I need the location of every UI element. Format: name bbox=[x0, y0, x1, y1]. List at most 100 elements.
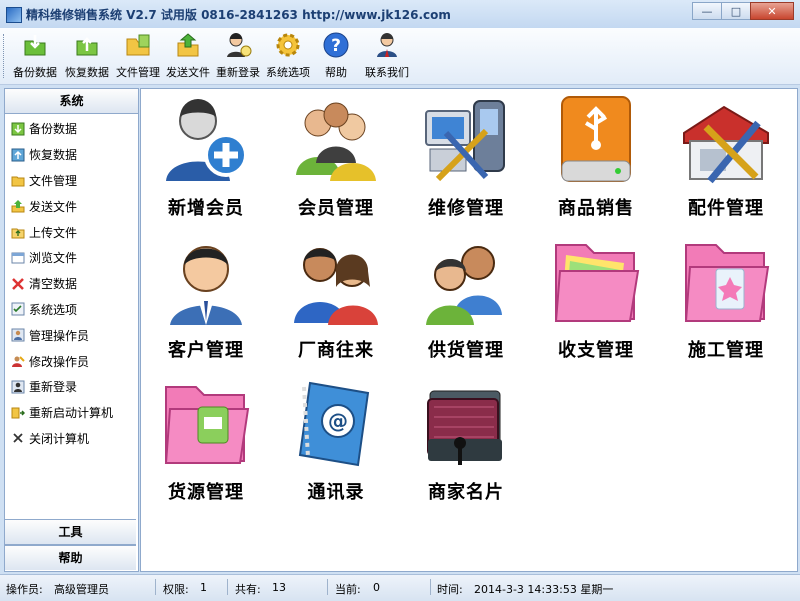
toolbar-send-file-button[interactable]: 发送文件 bbox=[163, 31, 213, 81]
supply-icon bbox=[426, 246, 502, 325]
maximize-button[interactable]: □ bbox=[721, 2, 751, 20]
toolbar-relogin-button[interactable]: 重新登录 bbox=[213, 31, 263, 81]
sidebar-item-restore[interactable]: 恢复数据 bbox=[5, 142, 138, 168]
tile-label: 新增会员 bbox=[168, 198, 244, 219]
browse-icon bbox=[11, 252, 25, 264]
status-divider bbox=[430, 579, 431, 595]
shutdown-icon bbox=[13, 433, 23, 444]
toolbar-backup-button[interactable]: 备份数据 bbox=[10, 31, 60, 81]
gear-icon bbox=[276, 33, 300, 57]
sidebar-item-label: 上传文件 bbox=[29, 225, 78, 240]
tile-label: 施工管理 bbox=[688, 340, 764, 361]
sidebar-item-label: 备份数据 bbox=[29, 122, 78, 137]
relogin-icon bbox=[227, 33, 252, 57]
toolbar-options-button[interactable]: 系统选项 bbox=[263, 31, 313, 81]
sidebar-item-relogin[interactable]: 重新登录 bbox=[5, 374, 138, 400]
sidebar-item-label: 发送文件 bbox=[29, 199, 78, 214]
sidebar-item-options[interactable]: 系统选项 bbox=[5, 297, 138, 323]
tile-customer-manage[interactable]: 客户管理 bbox=[141, 235, 271, 365]
sidebar-item-label: 清空数据 bbox=[29, 277, 78, 292]
tile-construction-manage[interactable]: 施工管理 bbox=[661, 235, 791, 365]
sidebar-item-backup[interactable]: 备份数据 bbox=[5, 116, 138, 142]
app-icon bbox=[6, 7, 22, 23]
restart-icon bbox=[11, 407, 25, 419]
tile-goods-sales[interactable]: 商品销售 bbox=[531, 93, 661, 223]
status-total: 13 bbox=[272, 581, 286, 594]
sidebar-item-restart[interactable]: 重新启动计算机 bbox=[5, 400, 138, 426]
sidebar-item-shutdown[interactable]: 关闭计算机 bbox=[5, 426, 138, 452]
sidebar-item-manage-operators[interactable]: 管理操作员 bbox=[5, 322, 138, 348]
toolbar-file-manage-button[interactable]: 文件管理 bbox=[113, 31, 163, 81]
tile-label: 厂商往来 bbox=[298, 340, 374, 361]
toolbar-restore-button[interactable]: 恢复数据 bbox=[62, 31, 112, 81]
sidebar-item-browse[interactable]: 浏览文件 bbox=[5, 245, 138, 271]
sidebar-item-file-manage[interactable]: 文件管理 bbox=[5, 168, 138, 194]
sidebar-header-tools[interactable]: 工具 bbox=[5, 519, 136, 545]
status-divider bbox=[155, 579, 156, 595]
relogin-icon bbox=[11, 380, 25, 394]
status-current: 0 bbox=[373, 581, 380, 594]
svg-text:@: @ bbox=[328, 409, 348, 433]
toolbar-contact-button[interactable]: 联系我们 bbox=[362, 31, 412, 81]
tile-business-cards[interactable]: 商家名片 bbox=[401, 377, 531, 507]
tile-add-member[interactable]: 新增会员 bbox=[141, 93, 271, 223]
status-current-label: 当前: bbox=[335, 583, 361, 596]
folder-icon bbox=[126, 34, 150, 56]
sidebar-item-label: 管理操作员 bbox=[29, 328, 90, 343]
sidebar-item-edit-operator[interactable]: 修改操作员 bbox=[5, 348, 138, 374]
upload-icon bbox=[11, 228, 25, 239]
status-divider bbox=[327, 579, 328, 595]
tile-label: 收支管理 bbox=[558, 340, 634, 361]
tile-source-manage[interactable]: 货源管理 bbox=[141, 377, 271, 507]
restore-icon bbox=[11, 148, 25, 162]
sidebar-item-label: 重新登录 bbox=[29, 380, 78, 395]
send-file-icon bbox=[11, 200, 25, 213]
source-folder-icon bbox=[164, 386, 250, 464]
sidebar-header-help[interactable]: 帮助 bbox=[5, 545, 136, 570]
status-divider bbox=[227, 579, 228, 595]
options-icon bbox=[11, 302, 25, 316]
tile-finance-manage[interactable]: 收支管理 bbox=[531, 235, 661, 365]
repair-icon bbox=[425, 100, 505, 182]
operator-icon bbox=[11, 328, 25, 342]
vendor-icon bbox=[294, 248, 378, 325]
window-title: 精科维修销售系统 V2.7 试用版 0816-2841263 http://ww… bbox=[26, 8, 451, 22]
close-button[interactable]: ✕ bbox=[750, 2, 794, 20]
construction-folder-icon bbox=[684, 244, 770, 322]
status-rights-label: 权限: bbox=[163, 583, 189, 596]
tile-address-book[interactable]: @ 通讯录 bbox=[271, 377, 401, 507]
sidebar-header-system[interactable]: 系统 bbox=[5, 89, 138, 114]
sidebar-item-label: 文件管理 bbox=[29, 173, 78, 188]
tile-repair-manage[interactable]: 维修管理 bbox=[401, 93, 531, 223]
tile-member-manage[interactable]: 会员管理 bbox=[271, 93, 401, 223]
minimize-button[interactable]: — bbox=[692, 2, 722, 20]
toolbar-help-button[interactable]: ? 帮助 bbox=[313, 31, 359, 81]
usb-drive-icon bbox=[561, 96, 631, 182]
status-total-label: 共有: bbox=[235, 583, 261, 596]
edit-operator-icon bbox=[12, 356, 25, 368]
tile-parts-manage[interactable]: 配件管理 bbox=[661, 93, 791, 223]
sidebar-item-send-file[interactable]: 发送文件 bbox=[5, 193, 138, 219]
sidebar-item-upload[interactable]: 上传文件 bbox=[5, 219, 138, 245]
main-panel: 新增会员 会员管理 维修管理 商品销售 配件管理 客户管理 厂商往来 供货管理 … bbox=[140, 88, 798, 572]
title-bar: 精科维修销售系统 V2.7 试用版 0816-2841263 http://ww… bbox=[0, 0, 800, 29]
tile-vendor-dealings[interactable]: 厂商往来 bbox=[271, 235, 401, 365]
toolbar: 备份数据 恢复数据 文件管理 发送文件 重新登录 系统选项 ? 帮助 联系我们 bbox=[0, 28, 800, 85]
clear-icon bbox=[12, 277, 24, 290]
tile-label: 配件管理 bbox=[688, 198, 764, 219]
add-member-icon bbox=[166, 99, 248, 181]
folder-icon bbox=[11, 176, 25, 187]
sidebar-item-label: 浏览文件 bbox=[29, 251, 78, 266]
tile-label: 会员管理 bbox=[298, 198, 374, 219]
tile-supply-manage[interactable]: 供货管理 bbox=[401, 235, 531, 365]
toolbar-grip[interactable] bbox=[3, 34, 7, 78]
sidebar-item-label: 重新启动计算机 bbox=[29, 406, 114, 421]
window-controls: — □ ✕ bbox=[692, 2, 794, 20]
sidebar-item-clear[interactable]: 清空数据 bbox=[5, 271, 138, 297]
status-time-label: 时间: bbox=[437, 583, 463, 596]
address-book-icon: @ bbox=[298, 381, 370, 467]
sidebar-list: 备份数据 恢复数据 文件管理 发送文件 上传文件 浏览文件 清空数据 系统选项 bbox=[5, 114, 138, 451]
status-time: 2014-3-3 14:33:53 星期一 bbox=[474, 583, 614, 596]
card-holder-icon bbox=[427, 390, 502, 465]
tile-label: 客户管理 bbox=[168, 340, 244, 361]
